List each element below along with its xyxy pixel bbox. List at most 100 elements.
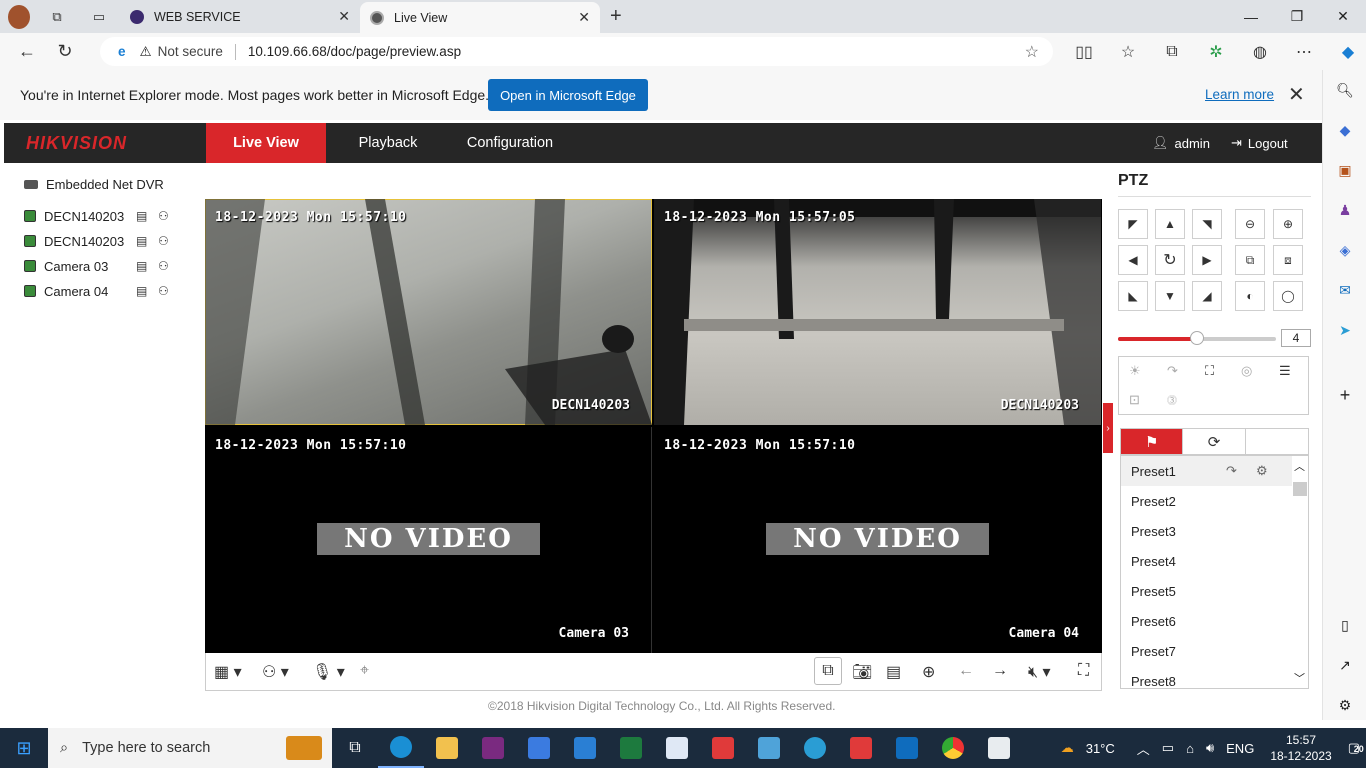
camera-item[interactable]: Camera 03 ▤ ⚇ [24,256,179,276]
clock[interactable]: 15:57 18-12-2023 [1270,732,1331,764]
logout-button[interactable]: ⇥ Logout [1231,135,1288,151]
mail-icon[interactable] [562,728,608,768]
ptz-left-icon[interactable]: ◀ [1118,245,1148,275]
tab-web-service[interactable]: WEB SERVICE ✕ [120,0,360,33]
collections-icon[interactable]: ⧉ [1150,37,1194,66]
settings-gear-icon[interactable]: ⚙ [1335,695,1355,715]
temperature[interactable]: 31°C [1086,741,1115,756]
notification-center-icon[interactable]: ▢ 20 [1348,740,1364,756]
preset-item[interactable]: Preset4 [1121,546,1308,576]
scroll-down-icon[interactable]: ﹀ [1294,670,1305,686]
preset-scrollbar[interactable]: ︿ ﹀ [1292,456,1308,688]
call-preset-icon[interactable]: ↷ [1226,463,1237,479]
tab-preset-flag-icon[interactable]: ⚑ [1121,429,1184,454]
url-text[interactable]: 10.109.66.68/doc/page/preview.asp [248,44,461,59]
camera-item[interactable]: DECN140203 ▤ ⚇ [24,231,179,251]
record-icon[interactable]: ▤ [136,284,147,298]
light-icon[interactable]: ☀ [1129,363,1141,379]
tab-actions-icon[interactable]: ▭ [88,6,110,28]
winrar-icon[interactable] [470,728,516,768]
edge-app-icon[interactable] [378,728,424,768]
tab-live-view[interactable]: Live View ✕ [360,2,600,33]
tab-pattern[interactable] [1246,429,1308,454]
weather-icon[interactable]: ☁ [1061,740,1074,756]
lens-init-icon[interactable]: ◎ [1241,363,1252,379]
tools-briefcase-icon[interactable]: ▣ [1335,160,1355,180]
record-icon[interactable]: ▤ [136,234,147,248]
set-preset-gear-icon[interactable]: ⚙ [1256,463,1268,479]
digital-zoom-icon[interactable]: ⊕ [922,662,935,682]
scroll-thumb[interactable] [1293,482,1307,496]
video-tile-4[interactable]: 18-12-2023 Mon 15:57:10 NO VIDEO Camera … [654,427,1101,653]
ptz-auto-icon[interactable]: ↻ [1155,245,1185,275]
zoom-out-icon[interactable]: ⊖ [1235,209,1265,239]
preset-item[interactable]: Preset3 [1121,516,1308,546]
remote-desktop-icon[interactable] [654,728,700,768]
close-tab-icon[interactable]: ✕ [338,8,350,25]
add-sidebar-app-icon[interactable]: + [1335,385,1355,405]
copilot-icon[interactable]: ◆ [1326,37,1366,66]
preset-item[interactable]: Preset2 [1121,486,1308,516]
open-external-icon[interactable]: ↗ [1335,655,1355,675]
stream-settings-icon[interactable]: ⚇ [158,284,169,298]
taskbar-search[interactable]: ⌕ Type here to search [48,728,332,768]
ptz-down-icon[interactable]: ▼ [1155,281,1185,311]
drop-icon[interactable]: ➤ [1335,320,1355,340]
next-page-icon[interactable]: → [992,662,1008,680]
performance-icon[interactable]: ◍ [1238,37,1282,66]
preset-item[interactable]: Preset5 [1121,576,1308,606]
close-tab-icon[interactable]: ✕ [578,9,590,26]
collapse-panel-icon[interactable]: › [1103,403,1113,453]
store-icon[interactable] [516,728,562,768]
open-in-edge-button[interactable]: Open in Microsoft Edge [488,79,648,111]
outlook-icon[interactable]: ✉ [1335,280,1355,300]
close-notification-icon[interactable]: ✕ [1288,82,1305,107]
games-icon[interactable]: ♟ [1335,200,1355,220]
fullscreen-icon[interactable]: ⛶ [1078,662,1089,680]
3d-zoom-icon[interactable]: ⓷ [1167,392,1177,407]
security-label[interactable]: Not secure [158,44,223,59]
refresh-icon[interactable]: ↻ [48,37,82,67]
preset-item[interactable]: Preset6 [1121,606,1308,636]
iris-open-icon[interactable]: ◐ [1235,281,1265,311]
preset-item[interactable]: Preset7 [1121,636,1308,666]
ptz-down-left-icon[interactable]: ◣ [1118,281,1148,311]
task-view-icon[interactable]: ⧉ [332,728,378,768]
auxiliary-focus-icon[interactable]: ⛶ [1205,363,1214,379]
focus-far-icon[interactable]: ⧈ [1273,245,1303,275]
excel-icon[interactable] [608,728,654,768]
window-layout-icon[interactable]: ▦ ▾ [214,662,242,682]
more-settings-icon[interactable]: ☰ [1279,363,1291,379]
ptz-speed-slider[interactable] [1118,331,1276,345]
record-icon[interactable]: ▤ [136,209,147,223]
control-panel-icon[interactable] [746,728,792,768]
user-menu[interactable]: 👤︎ admin [1152,135,1210,151]
favorites-icon[interactable]: ☆ [1106,37,1150,66]
camera-item[interactable]: Camera 04 ▤ ⚇ [24,281,179,301]
outlook-app-icon[interactable] [884,728,930,768]
internet-explorer-icon[interactable] [792,728,838,768]
microphone-icon[interactable]: 🎙︎ ▾ [312,662,345,682]
ptz-control-icon[interactable]: ⌖ [360,662,369,680]
nav-playback[interactable]: Playback [342,123,434,163]
iris-close-icon[interactable]: ◯ [1273,281,1303,311]
hide-sidebar-icon[interactable]: ▯ [1335,615,1355,635]
nav-live-view[interactable]: Live View [206,123,326,163]
anydesk-icon[interactable] [700,728,746,768]
network-icon[interactable]: ⌂ [1186,741,1194,756]
new-tab-icon[interactable]: + [610,5,622,28]
restore-icon[interactable]: ❐ [1274,0,1320,33]
scroll-up-icon[interactable]: ︿ [1294,458,1305,474]
language-indicator[interactable]: ENG [1226,741,1254,756]
profile-avatar-icon[interactable] [8,4,30,29]
stream-settings-icon[interactable]: ⚇ [158,234,169,248]
ptz-up-left-icon[interactable]: ◤ [1118,209,1148,239]
close-window-icon[interactable]: ✕ [1320,0,1366,33]
back-icon[interactable]: ← [10,37,44,67]
volume-muted-icon[interactable]: 🔇︎ ▾ [1028,662,1051,682]
favorite-star-icon[interactable]: ☆ [1025,42,1039,62]
speed-slider-thumb[interactable] [1190,331,1204,345]
video-tile-2[interactable]: 18-12-2023 Mon 15:57:05 DECN140203 [654,199,1101,425]
video-tile-1[interactable]: 18-12-2023 Mon 15:57:10 DECN140203 [205,199,652,425]
video-tile-3[interactable]: 18-12-2023 Mon 15:57:10 NO VIDEO Camera … [205,427,652,653]
